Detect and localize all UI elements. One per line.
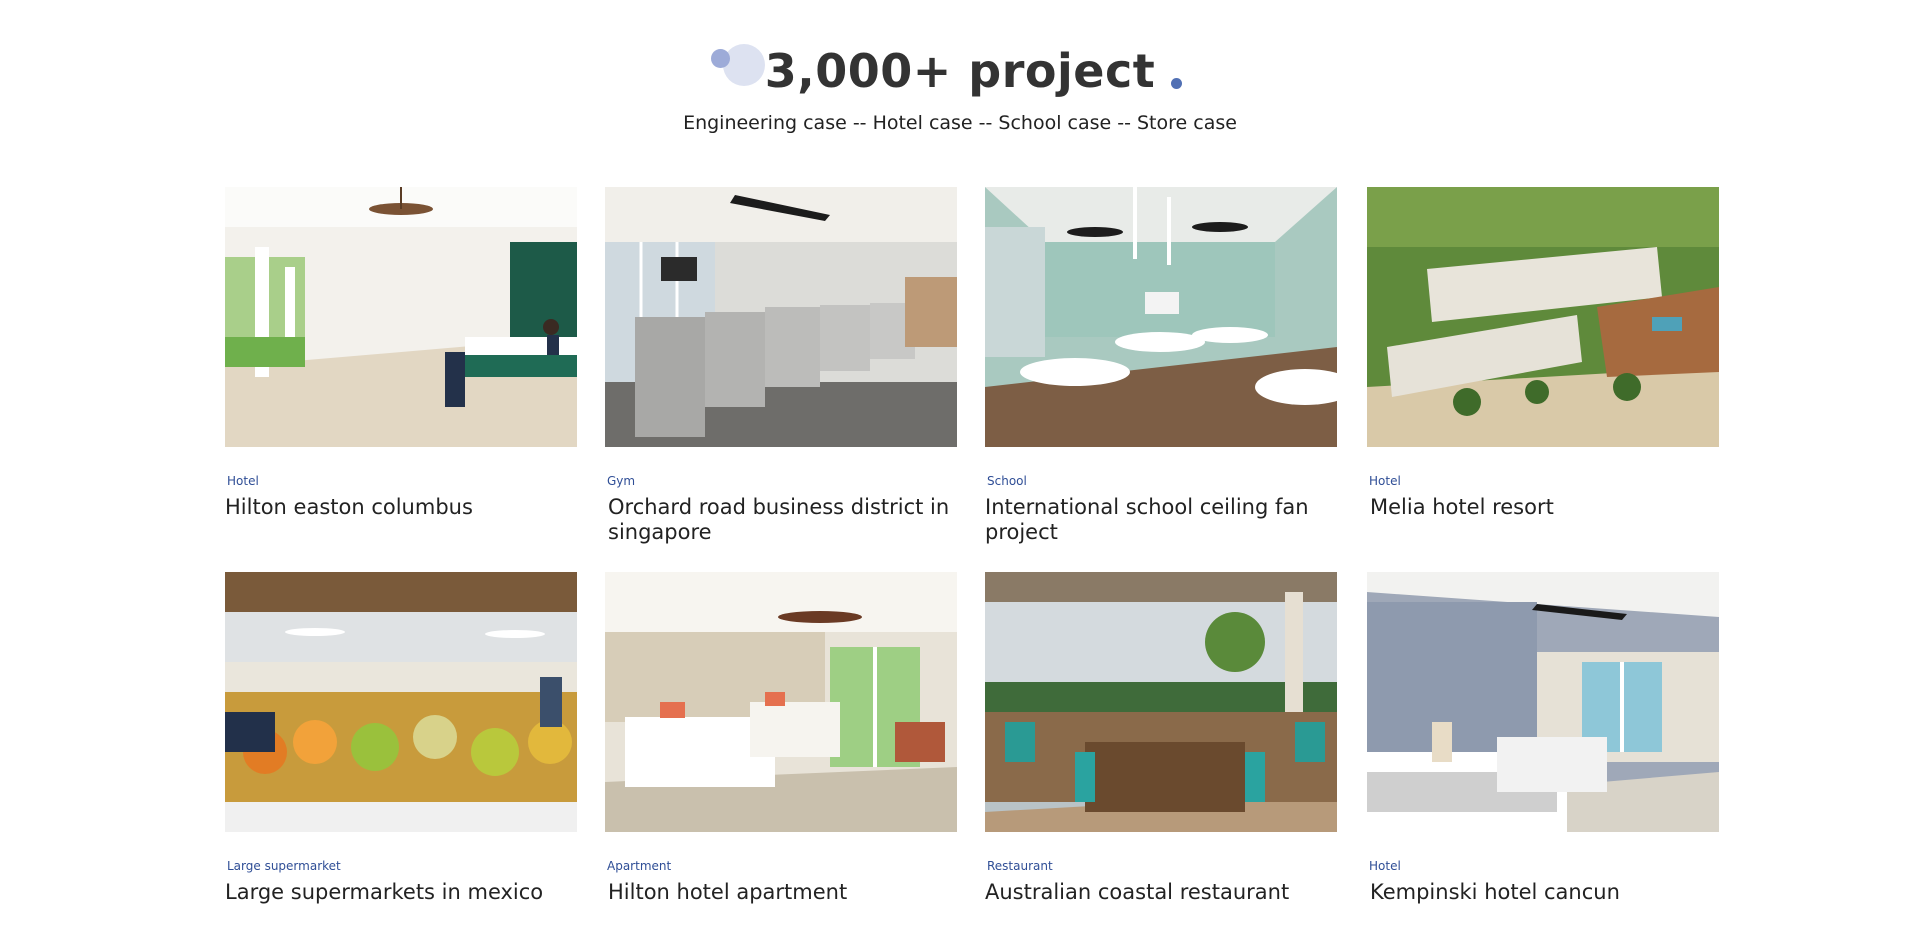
hotel-lobby-photo[interactable] (225, 187, 577, 447)
page-title: 3,000+ project (764, 44, 1156, 98)
project-card[interactable]: Hotel Kempinski hotel cancun (1367, 572, 1719, 905)
project-category: Gym (607, 474, 636, 488)
decorative-circle-large (722, 44, 765, 86)
project-category: Large supermarket (227, 859, 341, 873)
project-card[interactable]: Gym Orchard road business district in si… (605, 187, 957, 545)
project-title[interactable]: Hilton easton columbus (225, 495, 577, 520)
decorative-dot (1171, 78, 1183, 89)
project-category: Restaurant (987, 859, 1053, 873)
project-title[interactable]: Melia hotel resort (1367, 495, 1722, 520)
project-card[interactable]: Hotel Melia hotel resort (1367, 187, 1719, 520)
project-card[interactable]: School International school ceiling fan … (985, 187, 1337, 545)
section-header: 3,000+ project Engineering case -- Hotel… (0, 40, 1920, 136)
gym-treadmills-photo[interactable] (605, 187, 957, 447)
resort-aerial-photo[interactable] (1367, 187, 1719, 447)
hotel-bedroom-photo[interactable] (1367, 572, 1719, 832)
decorative-circle-small (710, 49, 730, 68)
supermarket-produce-photo[interactable] (225, 572, 577, 832)
project-category: Apartment (607, 859, 672, 873)
project-category: Hotel (1369, 474, 1401, 488)
coastal-restaurant-photo[interactable] (985, 572, 1337, 832)
classroom-photo[interactable] (985, 187, 1337, 447)
project-title[interactable]: Orchard road business district in singap… (605, 495, 960, 545)
project-title[interactable]: Australian coastal restaurant (985, 880, 1337, 905)
apartment-bedroom-photo[interactable] (605, 572, 957, 832)
project-title[interactable]: Kempinski hotel cancun (1367, 880, 1722, 905)
project-card[interactable]: Hotel Hilton easton columbus (225, 187, 577, 520)
projects-page: 3,000+ project Engineering case -- Hotel… (0, 0, 1920, 934)
project-card[interactable]: Restaurant Australian coastal restaurant (985, 572, 1337, 905)
project-category: School (987, 474, 1027, 488)
project-title[interactable]: Large supermarkets in mexico (225, 880, 577, 905)
project-title[interactable]: Hilton hotel apartment (605, 880, 960, 905)
project-category: Hotel (227, 474, 259, 488)
page-subtitle: Engineering case -- Hotel case -- School… (683, 112, 1237, 134)
title-wrap: 3,000+ project (710, 40, 1183, 102)
project-title[interactable]: International school ceiling fan project (985, 495, 1337, 545)
project-card[interactable]: Large supermarket Large supermarkets in … (225, 572, 577, 905)
project-card[interactable]: Apartment Hilton hotel apartment (605, 572, 957, 905)
project-category: Hotel (1369, 859, 1401, 873)
